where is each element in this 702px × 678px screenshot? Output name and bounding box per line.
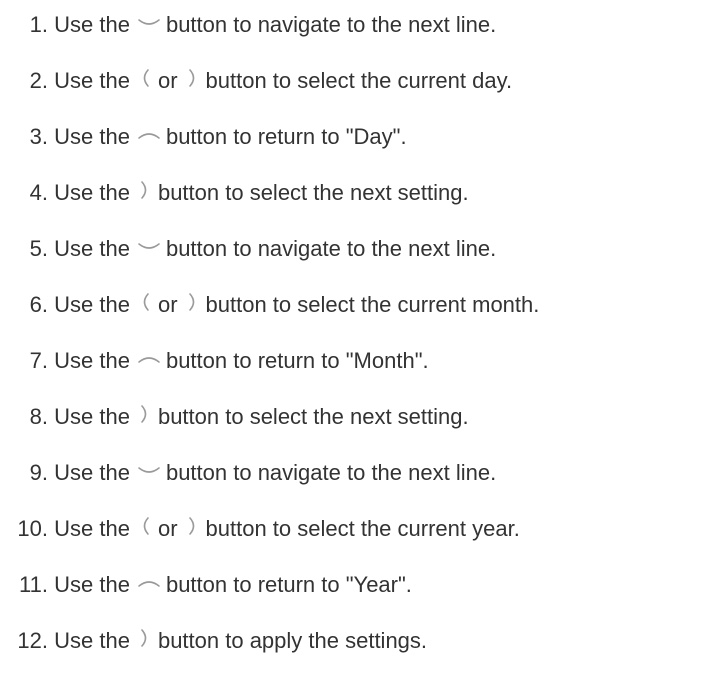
step-text-before: Use the [54,348,130,373]
step-text-after: button to apply the settings. [157,628,428,653]
step-text-before: Use the [54,572,130,597]
step-number: 7. [29,348,48,373]
chevron-right-icon [138,177,152,203]
list-item: 11. Use the button to return to "Year". [0,565,412,605]
or-text: or [157,68,178,93]
step-text-after: button to select the current month. [205,292,540,317]
chevron-right-icon [186,513,200,539]
chevron-right-icon [186,65,200,91]
step-text-after: button to navigate to the next line. [165,12,497,37]
list-item: 3. Use the button to return to "Day". [0,117,407,157]
chevron-down-icon [136,233,162,259]
list-item: 6. Use the or button to select the current… [0,285,540,325]
step-number: 4. [29,180,48,205]
step-number: 2. [29,68,48,93]
list-item: 5. Use the button to navigate to the next… [0,229,497,269]
step-text-before: Use the [54,12,130,37]
chevron-up-icon [136,345,162,371]
list-item: 9. Use the button to navigate to the next… [0,453,497,493]
or-text: or [157,292,178,317]
list-item: 12. Use the button to apply the settings. [0,621,427,661]
step-text-after: button to select the next setting. [157,180,469,205]
step-text-after: button to navigate to the next line. [165,460,497,485]
step-number: 3. [29,124,48,149]
chevron-down-icon [136,9,162,35]
step-number: 12. [17,628,48,653]
step-number: 10. [17,516,48,541]
step-text-after: button to return to "Day". [165,124,407,149]
chevron-up-icon [136,569,162,595]
chevron-right-icon [138,401,152,427]
chevron-up-icon [136,121,162,147]
step-text-after: button to navigate to the next line. [165,236,497,261]
step-text-before: Use the [54,180,130,205]
instruction-list: 1. Use the button to navigate to the next… [0,0,702,678]
step-text-before: Use the [54,628,130,653]
step-number: 1. [29,12,48,37]
list-item: 7. Use the button to return to "Month". [0,341,429,381]
step-text-after: button to return to "Month". [165,348,429,373]
step-number: 8. [29,404,48,429]
step-text-after: button to select the current year. [205,516,520,541]
list-item: 1. Use the button to navigate to the next… [0,5,497,45]
step-text-before: Use the [54,68,130,93]
step-text-after: button to return to "Year". [165,572,412,597]
or-text: or [157,516,178,541]
list-item: 2. Use the or button to select the current… [0,61,512,101]
list-item: 10. Use the or button to select the curren… [0,509,520,549]
chevron-right-icon [138,625,152,651]
chevron-left-icon [138,289,152,315]
step-number: 5. [29,236,48,261]
step-text-before: Use the [54,516,130,541]
step-number: 9. [29,460,48,485]
chevron-down-icon [136,457,162,483]
step-number: 6. [29,292,48,317]
step-text-before: Use the [54,404,130,429]
step-number: 11. [19,572,48,597]
chevron-left-icon [138,65,152,91]
step-text-after: button to select the next setting. [157,404,469,429]
chevron-left-icon [138,513,152,539]
step-text-after: button to select the current day. [205,68,513,93]
list-item: 8. Use the button to select the next sett… [0,397,469,437]
step-text-before: Use the [54,236,130,261]
step-text-before: Use the [54,292,130,317]
step-text-before: Use the [54,460,130,485]
step-text-before: Use the [54,124,130,149]
chevron-right-icon [186,289,200,315]
list-item: 4. Use the button to select the next sett… [0,173,469,213]
